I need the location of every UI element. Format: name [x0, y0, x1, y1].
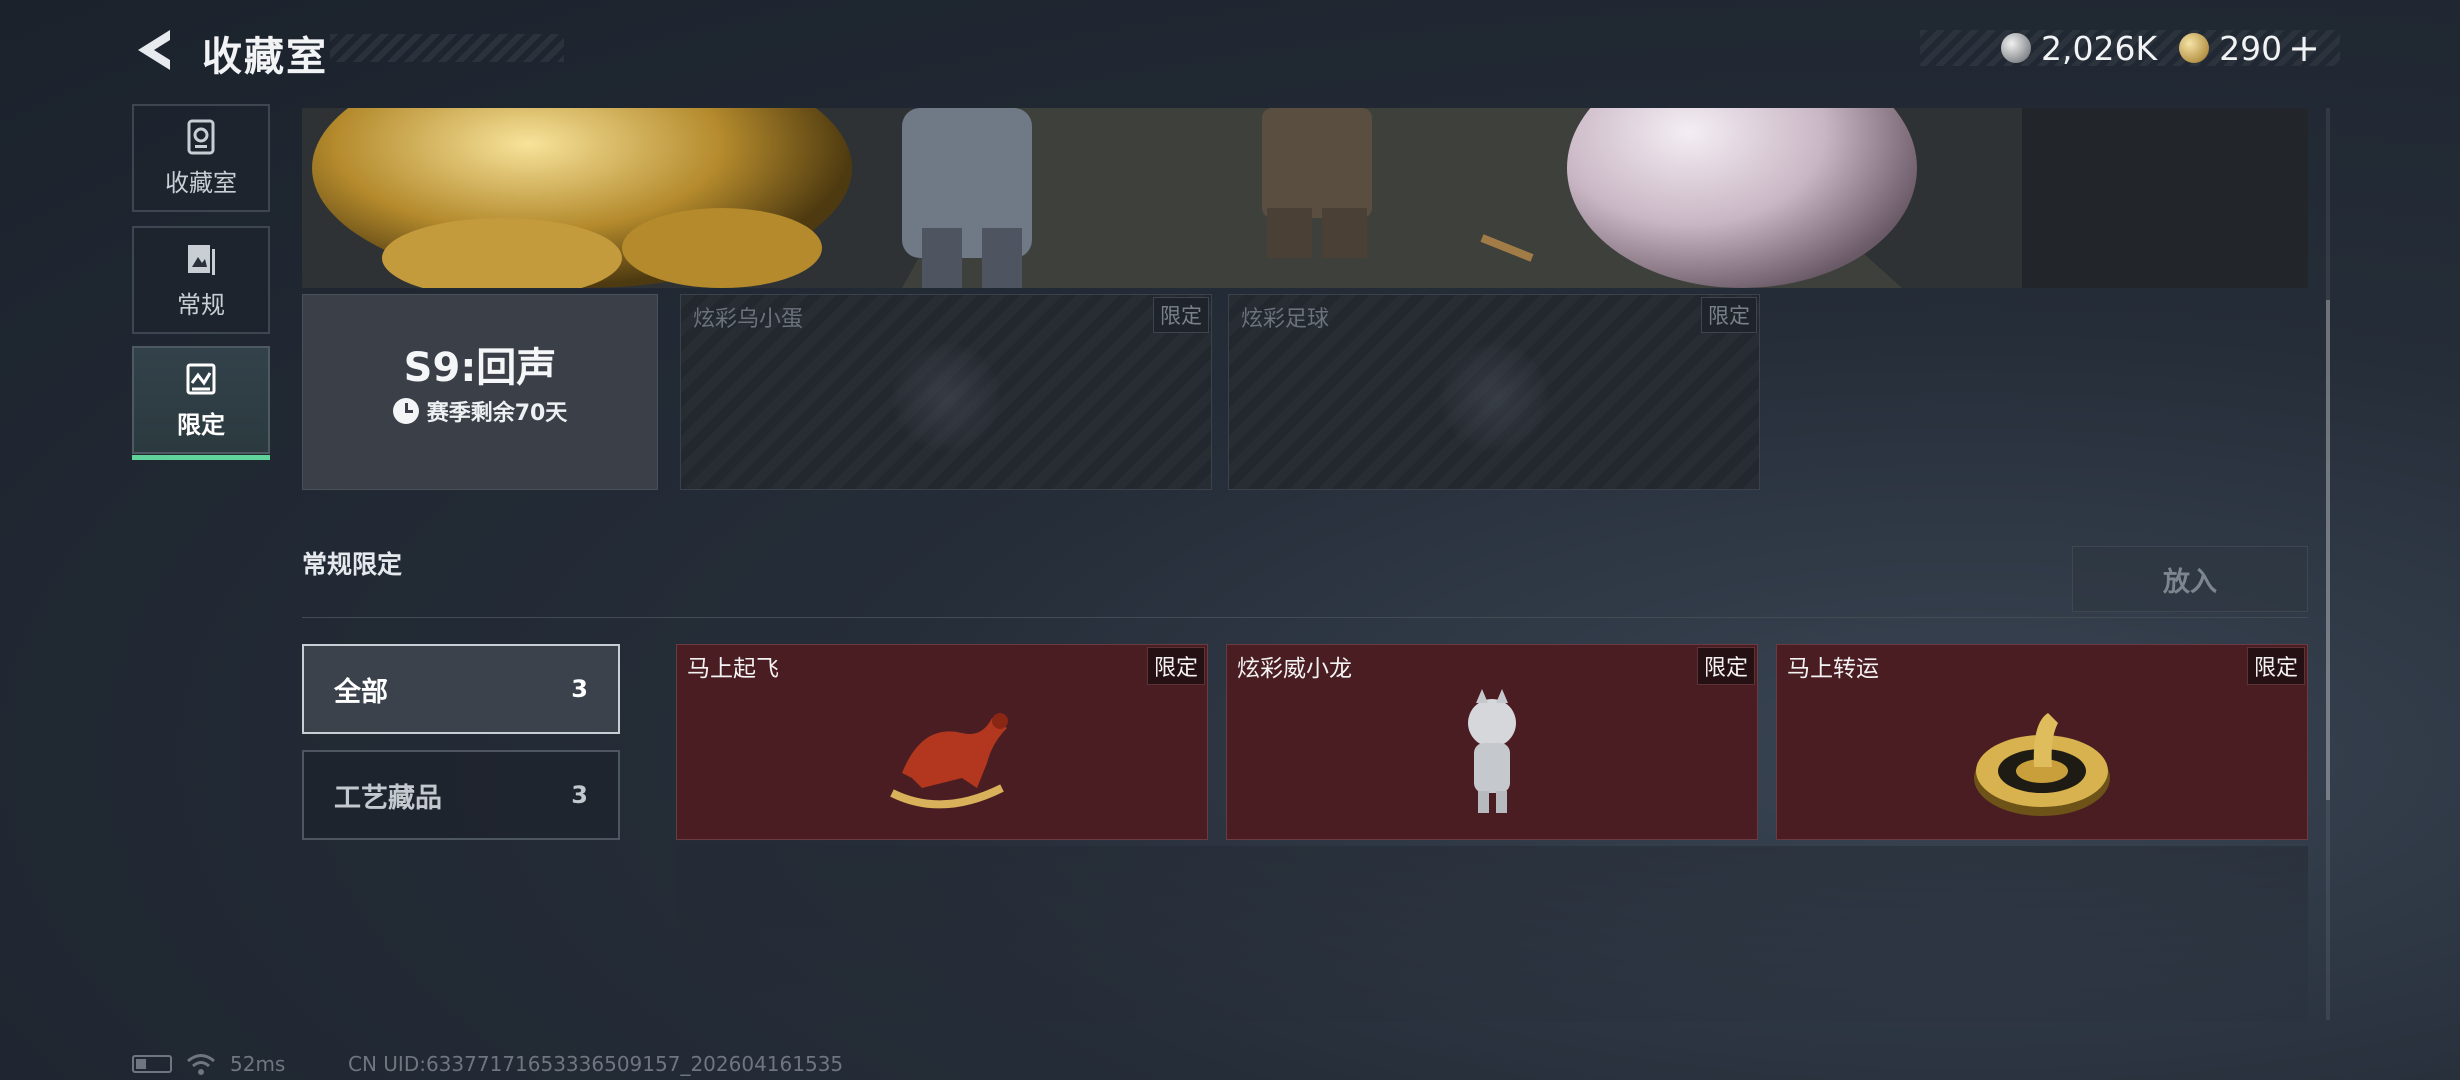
back-button[interactable]: [130, 24, 182, 76]
title-decoration: [330, 34, 564, 62]
limited-tag: 限定: [2246, 647, 2305, 685]
sidebar-item-regular[interactable]: 常规: [132, 226, 270, 334]
filter-all[interactable]: 全部 3: [302, 644, 620, 734]
silver-coin-icon: [2001, 33, 2032, 63]
gallery-icon: [188, 244, 215, 275]
fortune-wheel-icon: [1974, 713, 2110, 816]
filter-crafts[interactable]: 工艺藏品 3: [302, 750, 620, 840]
item-name: 炫彩威小龙: [1237, 656, 1352, 682]
section-title: 常规限定: [302, 550, 403, 579]
user-id: CN UID:6337717165333650915​7_20260416153…: [348, 1052, 844, 1076]
limited-tag: 限定: [1696, 647, 1755, 685]
season-remaining-text: 赛季剩余70天: [426, 401, 568, 426]
limited-tag: 限定: [1701, 297, 1757, 333]
filter-label: 全部: [334, 676, 388, 708]
collection-item-card[interactable]: 马上转运 限定: [1776, 644, 2308, 840]
season-item-name: 炫彩乌小蛋: [693, 307, 804, 332]
horse-figurine-icon: [890, 713, 1008, 809]
wifi-icon: [187, 1054, 215, 1075]
sidebar-item-label: 收藏室: [165, 168, 237, 197]
collection-item-card[interactable]: 炫彩威小龙 限定: [1226, 644, 1758, 840]
display-showcase-banner: [302, 108, 2308, 288]
limited-tag: 限定: [1153, 297, 1209, 333]
silver-amount: 2,026K: [2041, 28, 2158, 68]
season-item-card[interactable]: 炫彩足球 限定: [1228, 294, 1760, 490]
sidebar-item-limited[interactable]: 限定: [132, 346, 270, 460]
active-tab-indicator: [132, 455, 270, 460]
gold-currency[interactable]: 290 +: [2179, 29, 2320, 68]
sidebar-item-label: 常规: [177, 290, 225, 319]
dragon-figurine-icon: [1468, 689, 1516, 813]
add-currency-button[interactable]: +: [2288, 29, 2320, 67]
page-title: 收藏室: [202, 34, 328, 80]
limited-icon: [186, 363, 216, 394]
season-item-name: 炫彩足球: [1241, 307, 1330, 332]
status-footer: 52ms: [132, 1052, 285, 1076]
place-button[interactable]: 放入: [2072, 546, 2308, 612]
showcase-artwork: [302, 108, 2308, 288]
season-name: S9:回声: [403, 345, 557, 391]
sidebar-item-label: 限定: [177, 410, 225, 439]
sidebar-item-collection[interactable]: 收藏室: [132, 104, 270, 212]
section-divider: [302, 617, 2308, 618]
ping-value: 52ms: [230, 1052, 286, 1076]
scrollbar-thumb[interactable]: [2326, 300, 2330, 800]
trophy-icon: [187, 119, 215, 154]
collection-item-card[interactable]: 马上起飞 限定: [676, 644, 1208, 840]
season-remaining: 赛季剩余70天: [303, 395, 657, 427]
item-name: 马上转运: [1787, 656, 1879, 682]
season-item-card[interactable]: 炫彩乌小蛋 限定: [680, 294, 1212, 490]
season-card: S9:回声 赛季剩余70天: [302, 294, 658, 490]
item-name: 马上起飞: [687, 656, 779, 682]
currency-bar: 2,026K 290 +: [1920, 29, 2340, 68]
locked-item-silhouette: [1439, 342, 1549, 452]
filter-label: 工艺藏品: [334, 782, 442, 814]
locked-item-silhouette: [891, 342, 1001, 452]
filter-count: 3: [571, 781, 588, 809]
limited-tag: 限定: [1146, 647, 1205, 685]
filter-count: 3: [571, 675, 588, 703]
back-arrow-icon: [138, 30, 170, 70]
gold-amount: 290: [2219, 28, 2283, 68]
battery-icon: [132, 1055, 172, 1073]
clock-icon: [392, 398, 419, 424]
silver-currency: 2,026K: [2001, 29, 2157, 68]
gold-coin-icon: [2179, 33, 2210, 63]
list-empty-area: [676, 846, 2308, 1022]
